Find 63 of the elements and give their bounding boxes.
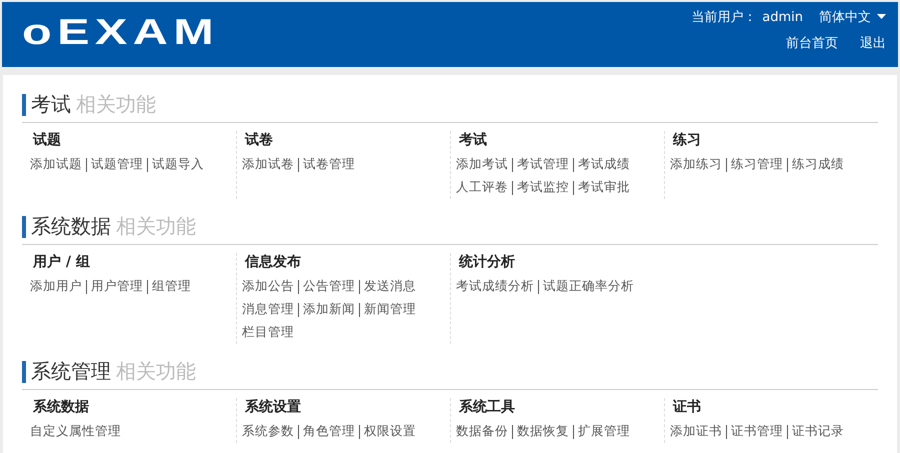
function-link[interactable]: 添加新闻 (303, 301, 355, 318)
function-link[interactable]: 系统参数 (242, 423, 294, 440)
user-name: admin (762, 10, 803, 24)
function-link[interactable]: 消息管理 (242, 301, 294, 318)
group-title: 练习 (672, 131, 702, 150)
accent-bar (22, 94, 26, 116)
function-link[interactable]: 试题管理 (91, 156, 143, 173)
function-link[interactable]: 证书记录 (792, 423, 844, 440)
function-link[interactable]: 数据备份 (456, 423, 508, 440)
function-link[interactable]: 添加试卷 (242, 156, 294, 173)
function-link[interactable]: 证书管理 (731, 423, 783, 440)
section-title: 考试 (31, 91, 71, 118)
group-title: 系统设置 (244, 398, 302, 417)
function-link[interactable]: 扩展管理 (578, 423, 630, 440)
language-dropdown[interactable]: 简体中文 (819, 8, 886, 26)
function-link[interactable]: 权限设置 (364, 423, 416, 440)
function-link[interactable]: 考试管理 (517, 156, 569, 173)
header-link[interactable]: 退出 (860, 34, 886, 52)
function-link[interactable]: 试题导入 (152, 156, 204, 173)
caret-icon (877, 14, 886, 20)
function-link[interactable]: 人工评卷 (456, 179, 508, 196)
function-link[interactable]: 组管理 (152, 278, 191, 295)
group-title: 系统数据 (32, 398, 90, 417)
function-link[interactable]: 练习成绩 (792, 156, 844, 173)
section-subtitle: 相关功能 (76, 91, 156, 118)
function-link[interactable]: 数据恢复 (517, 423, 569, 440)
function-link[interactable]: 添加证书 (670, 423, 722, 440)
function-link[interactable]: 试卷管理 (303, 156, 355, 173)
function-link[interactable]: 练习管理 (731, 156, 783, 173)
group-title: 用户 / 组 (32, 253, 91, 272)
function-link[interactable]: 考试监控 (517, 179, 569, 196)
function-link[interactable]: 添加公告 (242, 278, 294, 295)
group-title: 试卷 (244, 131, 274, 150)
group-title: 系统工具 (458, 398, 516, 417)
function-link[interactable]: 考试成绩分析 (456, 278, 534, 295)
accent-bar (22, 360, 26, 382)
group-title: 信息发布 (244, 253, 302, 272)
function-link[interactable]: 自定义属性管理 (30, 423, 121, 440)
function-link[interactable]: 栏目管理 (242, 324, 294, 341)
function-link[interactable]: 角色管理 (303, 423, 355, 440)
function-link[interactable]: 添加考试 (456, 156, 508, 173)
section-subtitle: 相关功能 (116, 358, 196, 385)
group-title: 统计分析 (458, 253, 516, 272)
function-link[interactable]: 试题正确率分析 (543, 278, 634, 295)
function-link[interactable]: 发送消息 (364, 278, 416, 295)
function-link[interactable]: 添加练习 (670, 156, 722, 173)
function-link[interactable]: 考试审批 (578, 179, 630, 196)
logo: oEXAM (22, 12, 220, 52)
function-link[interactable]: 添加用户 (30, 278, 82, 295)
function-link[interactable]: 用户管理 (91, 278, 143, 295)
section-title: 系统数据 (31, 213, 111, 240)
section-subtitle: 相关功能 (116, 213, 196, 240)
current-user-label: 当前用户： (691, 9, 756, 26)
group-title: 证书 (672, 398, 702, 417)
function-link[interactable]: 新闻管理 (364, 301, 416, 318)
function-link[interactable]: 公告管理 (303, 278, 355, 295)
group-title: 考试 (458, 131, 488, 150)
header-link[interactable]: 前台首页 (786, 34, 838, 52)
function-link[interactable]: 考试成绩 (578, 156, 630, 173)
accent-bar (22, 216, 26, 238)
function-link[interactable]: 添加试题 (30, 156, 82, 173)
section-title: 系统管理 (31, 358, 111, 385)
group-title: 试题 (32, 131, 62, 150)
